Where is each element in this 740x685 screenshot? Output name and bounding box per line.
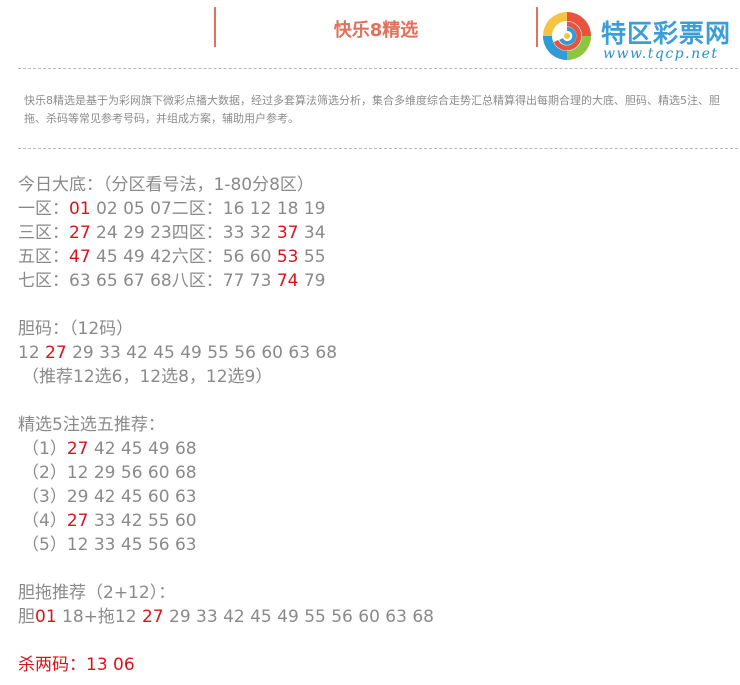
logo-url: www.tqcp.net: [603, 46, 719, 62]
number-text: 33 42 55 60: [88, 511, 197, 531]
number-row: 五区：47 45 49 42六区：56 60 53 55: [18, 245, 740, 269]
number-text: 胆: [18, 607, 35, 627]
highlighted-number: 27: [66, 511, 89, 531]
highlighted-number: 27: [45, 343, 67, 363]
highlighted-number: 37: [276, 223, 299, 243]
header-divider-right: [536, 7, 538, 47]
number-text: （3）29 42 45 60 63: [22, 487, 197, 507]
number-row: （3）29 42 45 60 63: [22, 485, 740, 509]
number-text: 一区：: [18, 199, 69, 219]
number-row: 三区：27 24 29 23四区：33 32 37 34: [18, 221, 740, 245]
number-text: 55: [298, 247, 326, 267]
number-text: 29 33 42 45 49 55 56 60 63 68: [163, 607, 434, 627]
highlighted-number: 74: [276, 271, 299, 291]
number-text: 02 05 07二区：16 12 18 19: [90, 199, 326, 219]
number-text: （1）: [22, 439, 67, 459]
danma-numbers: 12 27 29 33 42 45 49 55 56 60 63 68: [18, 341, 740, 365]
dadi-section: 今日大底：（分区看号法，1-80分8区） 一区：01 02 05 07二区：16…: [18, 173, 740, 293]
highlighted-number: 53: [276, 247, 299, 267]
danma-heading: 胆码：（12码）: [18, 319, 134, 339]
number-text: 七区：63 65 67 68八区：77 73: [18, 271, 277, 291]
header: 快乐8精选 特区彩票网 www.tqcp.net: [0, 0, 740, 62]
highlighted-number: 27: [66, 439, 89, 459]
logo-name: 特区彩票网: [601, 19, 732, 48]
jingxuan-section: 精选5注选五推荐： （1）27 42 45 49 68 （2）12 29 56 6…: [18, 413, 740, 557]
number-text: （2）12 29 56 60 68: [22, 463, 197, 483]
number-text: 24 29 23四区：33 32: [90, 223, 277, 243]
highlighted-number: 27: [69, 223, 91, 243]
highlighted-number: 01: [69, 199, 91, 219]
dadi-rows: 一区：01 02 05 07二区：16 12 18 19 三区：27 24 29 …: [18, 197, 740, 293]
divider-top: [18, 68, 738, 69]
number-text: 18+拖12: [56, 607, 142, 627]
number-text: 29 33 42 45 49 55 56 60 63 68: [66, 343, 338, 363]
number-text: 三区：: [18, 223, 69, 243]
number-text: 79: [298, 271, 326, 291]
site-logo[interactable]: 特区彩票网 www.tqcp.net: [541, 6, 740, 62]
number-text: 34: [298, 223, 326, 243]
prediction-content: 今日大底：（分区看号法，1-80分8区） 一区：01 02 05 07二区：16…: [18, 173, 740, 677]
intro-text: 快乐8精选是基于为彩网旗下微彩点播大数据，经过多套算法筛选分析，集合多维度综合走…: [24, 94, 720, 125]
number-text: 五区：: [18, 247, 69, 267]
number-row: 一区：01 02 05 07二区：16 12 18 19: [18, 197, 740, 221]
dantuo-line: 胆01 18+拖12 27 29 33 42 45 49 55 56 60 63…: [18, 605, 740, 629]
dantuo-section: 胆拖推荐（2+12）： 胆01 18+拖12 27 29 33 42 45 49…: [18, 581, 740, 629]
shama-line: 杀两码：13 06: [18, 655, 135, 675]
number-text: 12: [18, 343, 46, 363]
number-row: （1）27 42 45 49 68: [22, 437, 740, 461]
jingxuan-rows: （1）27 42 45 49 68 （2）12 29 56 60 68 （3）29 …: [18, 437, 740, 557]
number-row: 七区：63 65 67 68八区：77 73 74 79: [18, 269, 740, 293]
number-row: （2）12 29 56 60 68: [22, 461, 740, 485]
danma-section: 胆码：（12码） 12 27 29 33 42 45 49 55 56 60 6…: [18, 317, 740, 389]
number-text: 45 49 42六区：56 60: [90, 247, 277, 267]
number-row: （4）27 33 42 55 60: [22, 509, 740, 533]
number-text: （5）12 33 45 56 63: [22, 535, 197, 555]
number-text: 42 45 49 68: [88, 439, 197, 459]
dantuo-heading: 胆拖推荐（2+12）：: [18, 583, 176, 603]
dadi-heading: 今日大底：（分区看号法，1-80分8区）: [18, 175, 314, 195]
number-row: （5）12 33 45 56 63: [22, 533, 740, 557]
number-text: （4）: [22, 511, 67, 531]
highlighted-number: 47: [69, 247, 91, 267]
page-title: 快乐8精选: [333, 20, 419, 41]
divider-bottom: [18, 148, 738, 149]
danma-note: （推荐12选6，12选8，12选9）: [22, 367, 273, 387]
jingxuan-heading: 精选5注选五推荐：: [18, 415, 165, 435]
highlighted-number: 01: [35, 607, 57, 627]
shama-section: 杀两码：13 06: [18, 653, 740, 677]
swirl-logo-icon: [543, 12, 591, 60]
highlighted-number: 27: [141, 607, 164, 627]
